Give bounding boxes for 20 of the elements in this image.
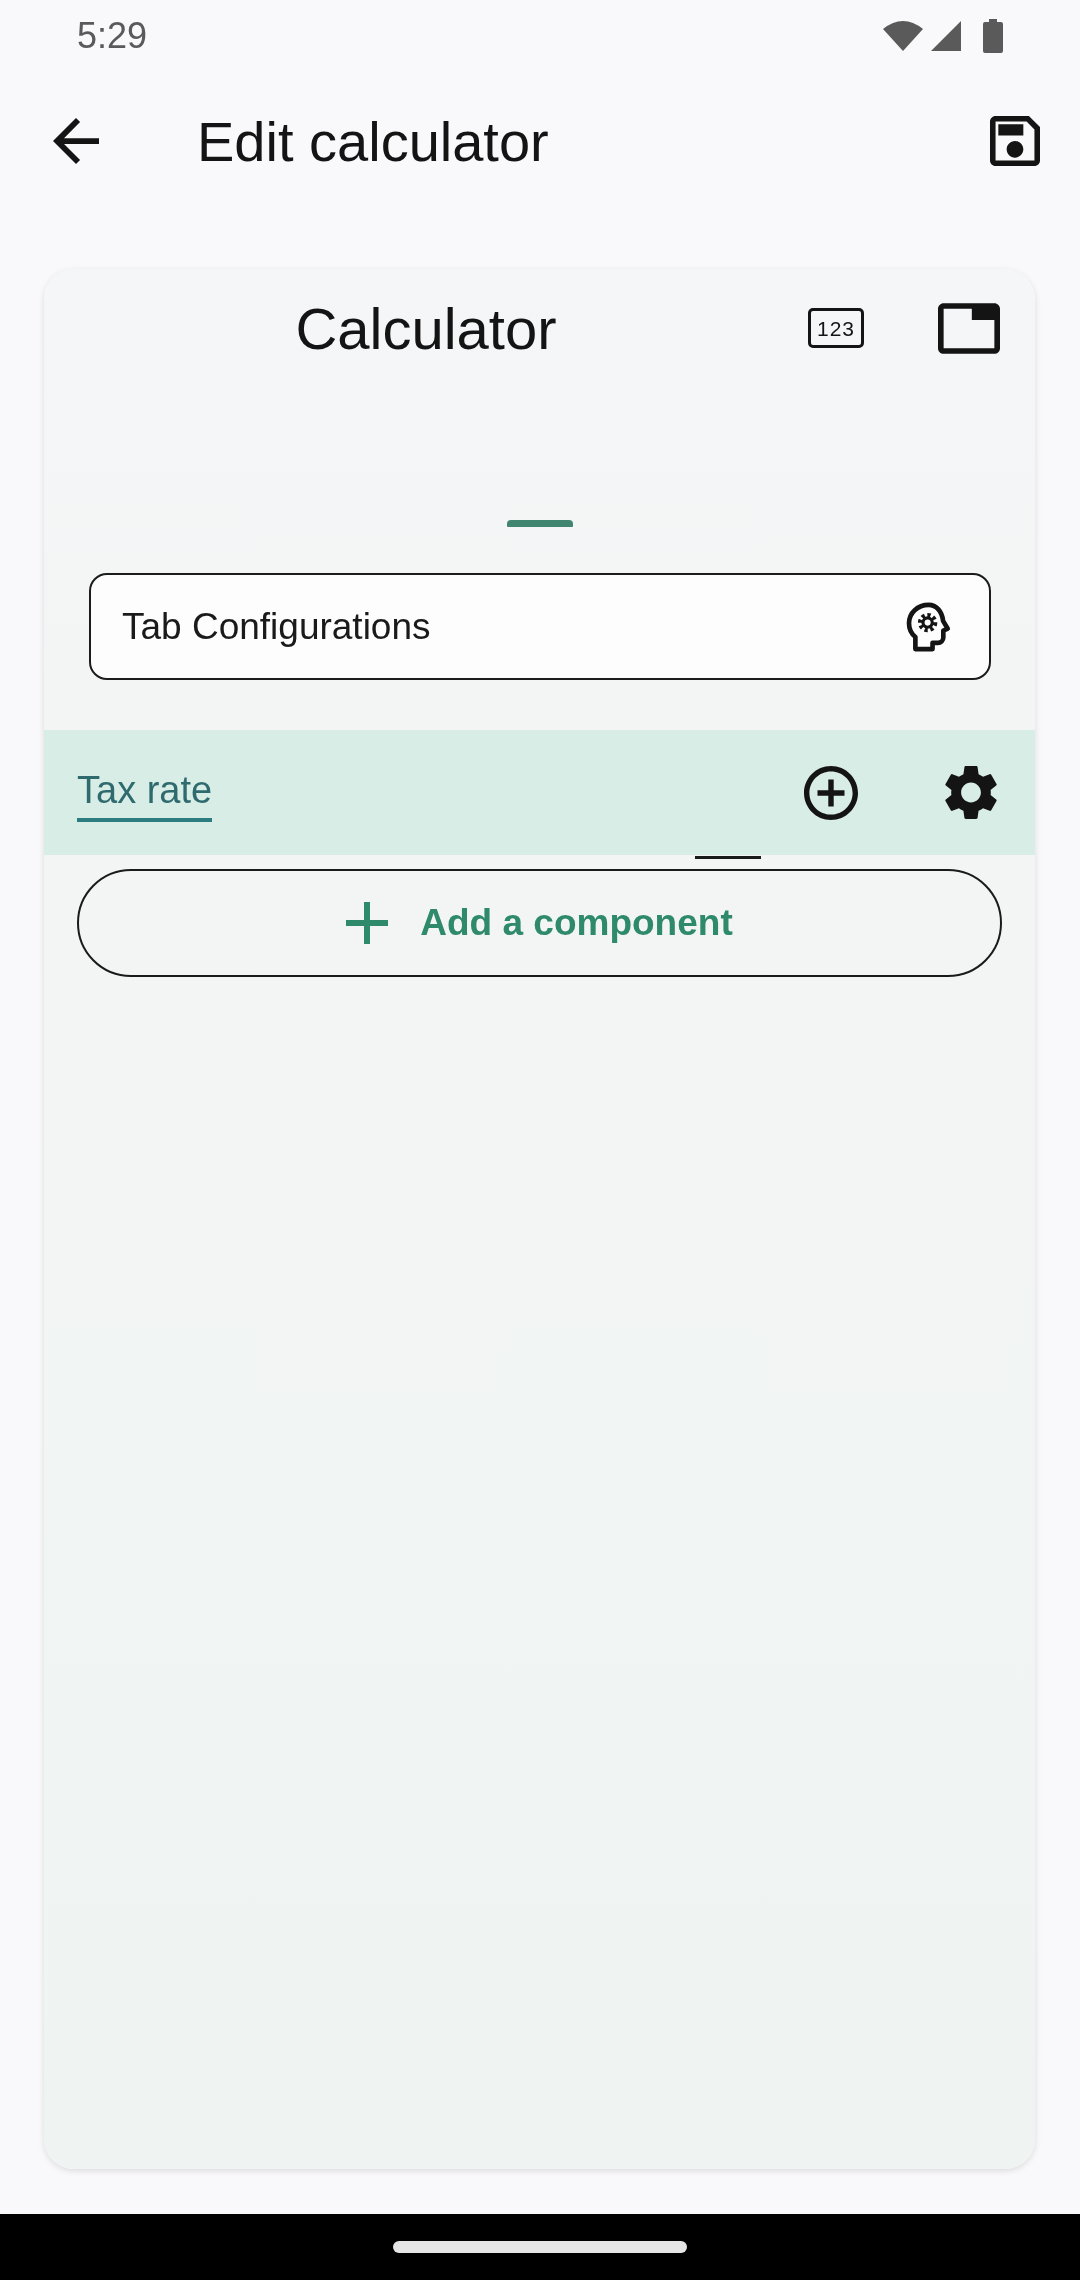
window-icon[interactable] <box>938 302 1000 354</box>
drag-handle[interactable] <box>506 520 573 527</box>
back-arrow-icon[interactable] <box>53 118 99 164</box>
home-handle[interactable] <box>393 2241 687 2253</box>
field-value: Tab Configurations <box>122 605 431 648</box>
add-component-button[interactable]: Add a component <box>77 869 1002 977</box>
save-icon[interactable] <box>990 116 1040 166</box>
wifi-icon <box>883 21 923 51</box>
status-time: 5:29 <box>77 15 148 57</box>
tab[interactable]: Tax rate <box>77 768 213 823</box>
head-gear-icon[interactable] <box>905 601 951 652</box>
screen-title: Edit calculator <box>197 108 549 174</box>
numbers-button[interactable]: 123 <box>808 308 864 348</box>
plus-icon <box>346 902 389 944</box>
input-field[interactable]: Tab Configurations <box>89 573 991 680</box>
battery-icon <box>983 19 1003 53</box>
signal-icon <box>931 21 961 51</box>
settings-icon[interactable] <box>945 765 997 820</box>
card-title: Calculator <box>295 294 557 362</box>
indicator-line <box>695 856 761 859</box>
